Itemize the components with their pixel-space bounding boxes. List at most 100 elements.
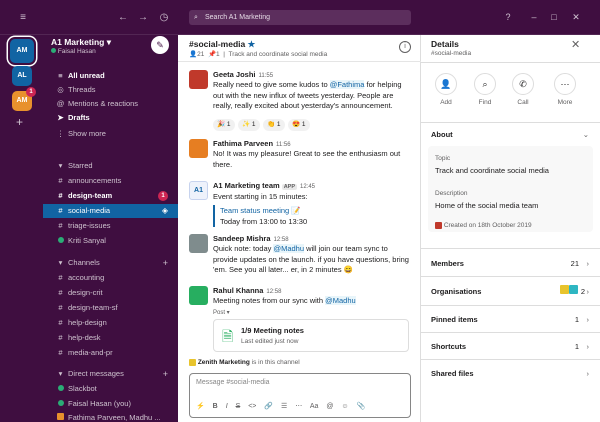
sidebar-item-threads[interactable]: ◎ Threads	[43, 83, 178, 97]
section-header-direct-messages[interactable]: ▾ Direct messages +	[43, 367, 178, 381]
sidebar-item-kriti-sanyal[interactable]: Kriti Sanyal	[43, 234, 178, 248]
details-row-organisations[interactable]: Organisations 2 ›	[431, 285, 593, 301]
sidebar-item-group-dm[interactable]: Fathima Parveen, Madhu ...	[43, 411, 178, 422]
mention-link[interactable]: @Madhu	[273, 244, 304, 253]
hamburger-icon[interactable]: ≡	[16, 0, 30, 35]
message-author[interactable]: Geeta Joshi 11:55	[213, 70, 273, 79]
event-title-link[interactable]: Team status meeting 📝	[220, 205, 307, 216]
emoji-icon[interactable]: ☺	[341, 403, 348, 410]
more-button[interactable]: ⋯ More	[547, 73, 583, 106]
message-author[interactable]: A1 Marketing team APP 12:45	[213, 181, 315, 190]
link-icon[interactable]: 🔗	[264, 403, 273, 410]
sidebar-item-show-more[interactable]: ⋮ Show more	[43, 127, 178, 141]
format-text-icon[interactable]: Aa	[310, 403, 319, 410]
description-value[interactable]: Home of the social media team	[435, 201, 538, 210]
section-header-starred[interactable]: ▾ Starred	[43, 159, 178, 173]
close-icon[interactable]: ✕	[571, 38, 580, 51]
chevron-up-icon: ⌄	[582, 130, 589, 139]
memo-icon: 📝	[291, 206, 301, 215]
about-section-header[interactable]: About ⌄	[431, 130, 593, 144]
workspace-header[interactable]: A1 Marketing ▾ Faisal Hasan ✎	[43, 35, 178, 57]
sidebar-item-drafts[interactable]: ➤ Drafts	[43, 111, 178, 125]
reaction-pill[interactable]: 👏 1	[263, 119, 285, 131]
top-bar: ≡ ← → ◷ ⌕ Search A1 Marketing ? – □ ✕	[0, 0, 600, 35]
channel-join-notice: Zenith Marketing is in this channel	[189, 359, 300, 366]
message-author[interactable]: Sandeep Mishra 12:58	[213, 234, 289, 243]
message-author[interactable]: Fathima Parveen 11:56	[213, 139, 291, 148]
member-count[interactable]: 21	[197, 51, 204, 58]
workspace-name: A1 Marketing	[51, 37, 105, 47]
info-icon[interactable]: i	[399, 41, 411, 53]
back-arrow-icon[interactable]: ←	[116, 0, 130, 35]
sidebar-item-design-crit[interactable]: # design-crit	[43, 286, 178, 300]
topic-value[interactable]: Track and coordinate social media	[435, 166, 549, 175]
call-button[interactable]: ✆ Call	[505, 73, 541, 106]
sidebar-item-help-design[interactable]: # help-design	[43, 316, 178, 330]
code-icon[interactable]: <>	[248, 403, 256, 410]
help-icon[interactable]: ?	[500, 0, 516, 35]
star-icon[interactable]: ★	[248, 39, 256, 49]
message-author[interactable]: Rahul Khanna 12:58	[213, 286, 281, 295]
mention-link[interactable]: @Madhu	[325, 296, 356, 305]
avatar[interactable]	[189, 286, 208, 305]
close-button[interactable]: ✕	[568, 0, 584, 35]
sidebar-item-announcements[interactable]: # announcements	[43, 174, 178, 188]
search-input[interactable]: ⌕ Search A1 Marketing	[189, 10, 411, 25]
add-channel-icon[interactable]: +	[163, 256, 168, 270]
details-row-shortcuts[interactable]: Shortcuts 1 ›	[431, 342, 593, 356]
forward-arrow-icon[interactable]: →	[136, 0, 150, 35]
sidebar-item-social-media[interactable]: # social-media ◈	[43, 204, 178, 218]
sidebar-item-accounting[interactable]: # accounting	[43, 271, 178, 285]
channel-topic[interactable]: Track and coordinate social media	[228, 51, 327, 58]
details-row-pinned[interactable]: Pinned items 1 ›	[431, 315, 593, 329]
sidebar-item-triage-issues[interactable]: # triage-issues	[43, 219, 178, 233]
channel-name-button[interactable]: #social-media ★	[189, 39, 255, 50]
pin-count[interactable]: 1	[216, 51, 220, 58]
find-button[interactable]: ⌕ Find	[467, 73, 503, 106]
avatar[interactable]	[189, 139, 208, 158]
section-header-channels[interactable]: ▾ Channels +	[43, 256, 178, 270]
avatar[interactable]	[189, 70, 208, 89]
add-button[interactable]: 👤 Add	[428, 73, 464, 106]
at-sign-icon: @	[56, 99, 65, 108]
message-composer[interactable]: Message #social-media ⚡ B I S <> 🔗 ☰ ⋯ A…	[189, 373, 411, 418]
app-avatar[interactable]: A1	[189, 181, 208, 200]
send-icon: ➤	[57, 113, 64, 122]
workspace-switch-am[interactable]: AM	[10, 39, 34, 63]
avatar[interactable]	[189, 234, 208, 253]
lightning-icon[interactable]: ⚡	[196, 403, 205, 410]
compose-button[interactable]: ✎	[151, 36, 169, 54]
reaction-pill[interactable]: 😍 1	[288, 119, 310, 131]
maximize-button[interactable]: □	[546, 0, 562, 35]
workspace-switch-al[interactable]: AL	[12, 66, 32, 86]
details-row-shared-files[interactable]: Shared files ›	[431, 369, 593, 383]
mention-icon[interactable]: @	[326, 403, 333, 410]
more-icon[interactable]: ⋯	[295, 403, 302, 410]
sidebar-item-mentions[interactable]: @ Mentions & reactions	[43, 97, 178, 111]
attachment-icon[interactable]: 📎	[357, 403, 366, 410]
workspace-switch-am-2[interactable]: AM 1	[12, 87, 36, 111]
mention-link[interactable]: @Fathima	[329, 80, 365, 89]
sidebar-item-help-desk[interactable]: # help-desk	[43, 331, 178, 345]
all-unread-icon: ≡	[58, 71, 63, 80]
sidebar-item-design-team-sf[interactable]: # design-team-sf	[43, 301, 178, 315]
sidebar-item-media-and-pr[interactable]: # media-and-pr	[43, 346, 178, 360]
reaction-pill[interactable]: 🎉 1	[213, 119, 235, 131]
strikethrough-icon[interactable]: S	[236, 403, 241, 410]
list-icon[interactable]: ☰	[281, 403, 287, 410]
bold-icon[interactable]: B	[213, 403, 218, 410]
add-dm-icon[interactable]: +	[163, 367, 168, 381]
sidebar-item-slackbot[interactable]: Slackbot	[43, 382, 178, 396]
details-row-members[interactable]: Members 21 ›	[431, 259, 593, 273]
post-attachment[interactable]: 🗎 1/9 Meeting notes Last edited just now	[213, 319, 409, 352]
sidebar-item-faisal-hasan[interactable]: Faisal Hasan (you)	[43, 397, 178, 411]
italic-icon[interactable]: I	[226, 403, 228, 410]
history-icon[interactable]: ◷	[157, 0, 171, 35]
sidebar-item-design-team[interactable]: # design-team 1	[43, 189, 178, 203]
add-workspace-button[interactable]: +	[16, 115, 23, 129]
sidebar-item-all-unread[interactable]: ≡ All unread	[43, 69, 178, 83]
composer-toolbar: ⚡ B I S <> 🔗 ☰ ⋯ Aa @ ☺ 📎	[196, 402, 406, 410]
reaction-pill[interactable]: ✨ 1	[238, 119, 260, 131]
minimize-button[interactable]: –	[526, 0, 542, 35]
message-text: Really need to give some kudos to @Fathi…	[213, 80, 402, 110]
